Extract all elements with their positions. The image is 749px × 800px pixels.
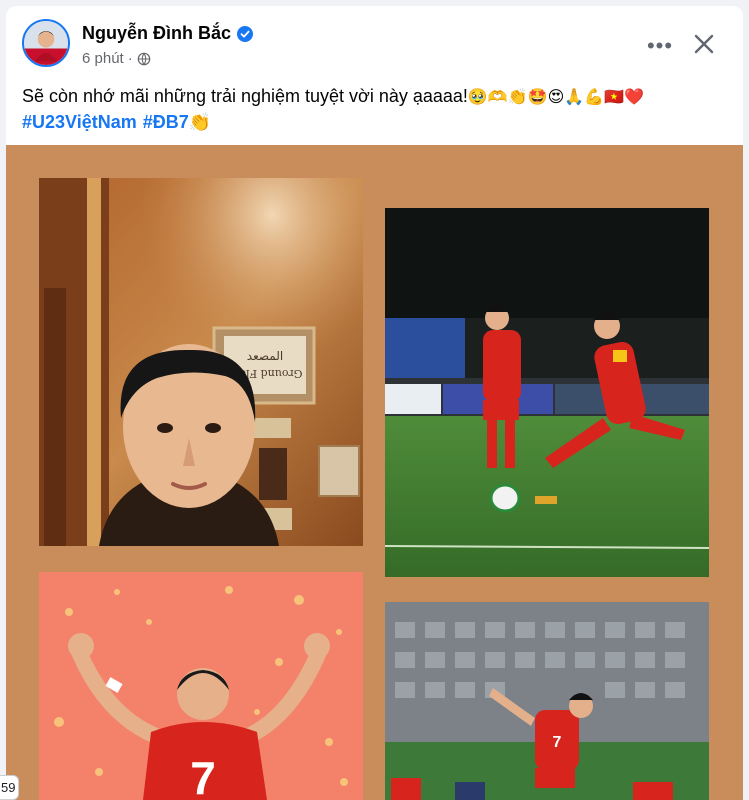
close-icon: [694, 34, 714, 54]
meta-separator: ·: [127, 50, 133, 67]
illustration-image: 7: [39, 572, 363, 800]
author-name[interactable]: Nguyễn Đình Bắc: [82, 23, 231, 44]
hashtag-u23vietnam[interactable]: #U23ViệtNam: [22, 112, 137, 132]
match-kick-image: [385, 208, 709, 577]
hashtag-db7[interactable]: #ĐB7👏: [143, 112, 211, 132]
close-button[interactable]: [686, 26, 722, 62]
photo-illustration[interactable]: 7: [39, 572, 363, 800]
post-emojis: 🥹🫶👏🤩😍🙏💪🇻🇳❤️: [467, 87, 644, 106]
media-grid: المصعد Ground Floor 7 7: [6, 145, 743, 800]
avatar-image: [24, 21, 68, 65]
post-header: Nguyễn Đình Bắc 6 phút · •••: [6, 6, 743, 78]
post-time[interactable]: 6 phút: [82, 50, 124, 67]
selfie-image: المصعد Ground Floor: [39, 178, 363, 546]
globe-icon[interactable]: [137, 52, 151, 66]
verified-badge-icon: [237, 25, 254, 42]
post-caption: Sẽ còn nhớ mãi những trải nghiệm tuyệt v…: [22, 86, 468, 106]
photo-selfie[interactable]: المصعد Ground Floor: [39, 178, 363, 546]
author-avatar[interactable]: [22, 19, 70, 67]
more-options-button[interactable]: •••: [642, 28, 678, 64]
edge-counter-badge: 59: [0, 775, 19, 800]
more-options-icon: •••: [646, 33, 674, 58]
sign-text-arabic: المصعد: [247, 349, 283, 363]
author-line: Nguyễn Đình Bắc: [82, 23, 254, 44]
post-text: Sẽ còn nhớ mãi những trải nghiệm tuyệt v…: [22, 83, 732, 110]
photo-match-header[interactable]: 7: [385, 602, 709, 800]
post-meta: 6 phút ·: [82, 50, 151, 67]
player-number: 7: [553, 734, 562, 751]
photo-match-kick[interactable]: [385, 208, 709, 577]
post-card: Nguyễn Đình Bắc 6 phút · ••• Sẽ còn nhớ …: [6, 6, 743, 800]
match-header-image: 7: [385, 602, 709, 800]
jersey-number: 7: [190, 752, 216, 800]
hashtags: #U23ViệtNam #ĐB7👏: [22, 109, 217, 135]
